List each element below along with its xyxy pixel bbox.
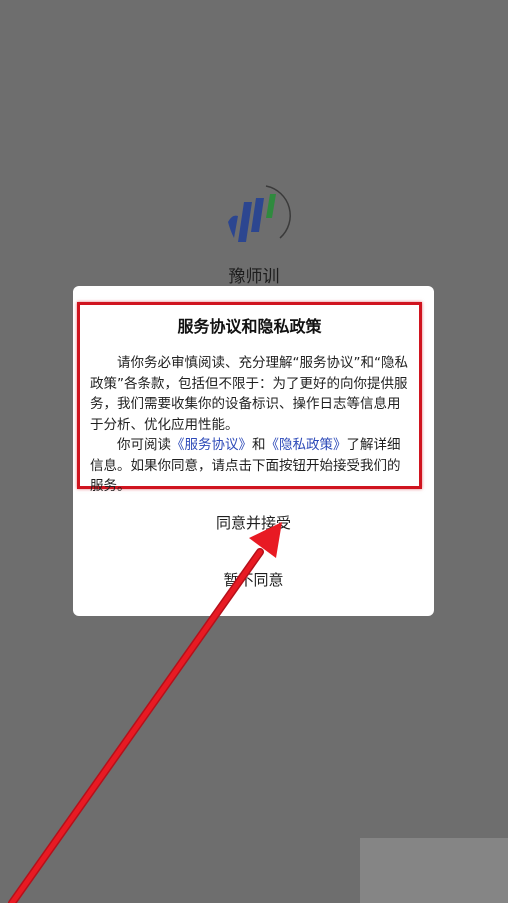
dialog-content-highlighted: 服务协议和隐私政策 请你务必审慎阅读、充分理解“服务协议”和“隐私政策”各条款，… xyxy=(77,302,422,494)
privacy-dialog: 服务协议和隐私政策 请你务必审慎阅读、充分理解“服务协议”和“隐私政策”各条款，… xyxy=(73,286,434,616)
app-name: 豫师训 xyxy=(228,267,280,287)
disagree-button[interactable]: 暂不同意 xyxy=(73,569,434,590)
policy-paragraph-2: 你可阅读《服务协议》和《隐私政策》了解详细信息。如果你同意，请点击下面按钮开始接… xyxy=(90,435,409,497)
privacy-policy-link[interactable]: 《隐私政策》 xyxy=(266,437,347,453)
agree-button[interactable]: 同意并接受 xyxy=(73,512,434,533)
bottom-right-block xyxy=(360,838,508,903)
service-agreement-link[interactable]: 《服务协议》 xyxy=(171,437,252,453)
paragraph-2-prefix: 你可阅读 xyxy=(117,437,171,453)
and-text: 和 xyxy=(252,437,266,453)
policy-paragraph-1: 请你务必审慎阅读、充分理解“服务协议”和“隐私政策”各条款，包括但不限于：为了更… xyxy=(90,355,408,433)
dialog-title: 服务协议和隐私政策 xyxy=(177,317,322,336)
app-logo-icon xyxy=(222,180,294,252)
